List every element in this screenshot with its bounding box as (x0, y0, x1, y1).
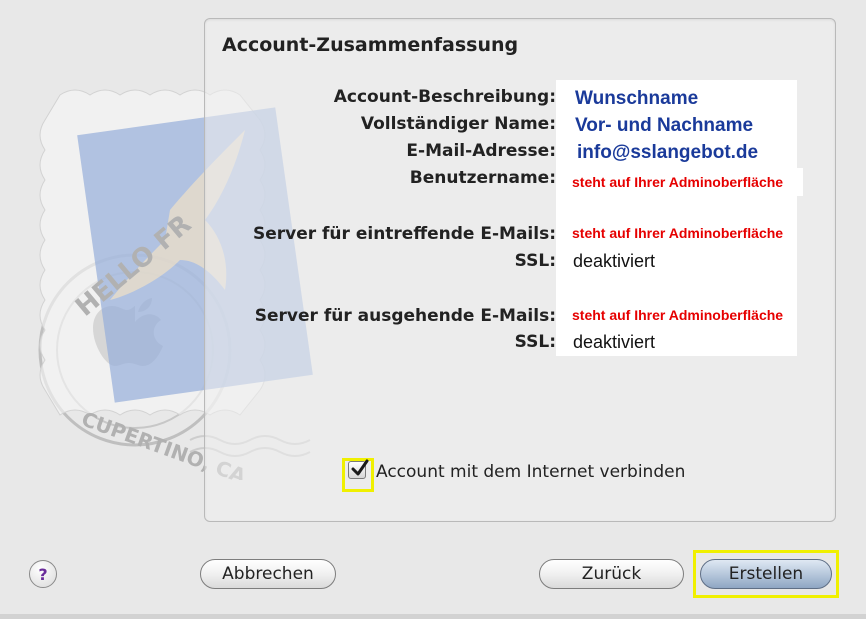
cancel-button[interactable]: Abbrechen (200, 559, 336, 589)
label-incoming-server: Server für eintreffende E-Mails: (252, 224, 556, 244)
label-outgoing-server: Server für ausgehende E-Mails: (254, 306, 556, 326)
label-email-address: E-Mail-Adresse: (406, 141, 556, 161)
value-full-name: Vor- und Nachname (575, 115, 754, 136)
connect-internet-label[interactable]: Account mit dem Internet verbinden (376, 462, 685, 482)
panel-title: Account-Zusammenfassung (222, 34, 519, 56)
help-button[interactable]: ? (29, 560, 57, 588)
label-incoming-ssl: SSL: (514, 251, 556, 271)
label-outgoing-ssl: SSL: (514, 332, 556, 352)
label-full-name: Vollständiger Name: (360, 114, 556, 134)
value-email-address: info@sslangebot.de (577, 142, 759, 163)
help-icon: ? (38, 564, 48, 584)
window-bottom-edge (0, 614, 866, 619)
value-incoming-ssl: deaktiviert (573, 251, 656, 271)
value-incoming-server: steht auf Ihrer Adminoberfläche (572, 225, 784, 241)
value-outgoing-server: steht auf Ihrer Adminoberfläche (572, 307, 784, 323)
value-outgoing-ssl: deaktiviert (573, 332, 656, 352)
checkmark-icon (351, 459, 369, 476)
label-account-description: Account-Beschreibung: (333, 87, 556, 107)
label-username: Benutzername: (409, 168, 556, 188)
value-username: steht auf Ihrer Adminoberfläche (572, 174, 784, 190)
value-account-description: Wunschname (575, 88, 699, 109)
create-button[interactable]: Erstellen (700, 559, 832, 589)
connect-internet-checkbox[interactable] (348, 459, 369, 479)
back-button[interactable]: Zurück (539, 559, 684, 589)
